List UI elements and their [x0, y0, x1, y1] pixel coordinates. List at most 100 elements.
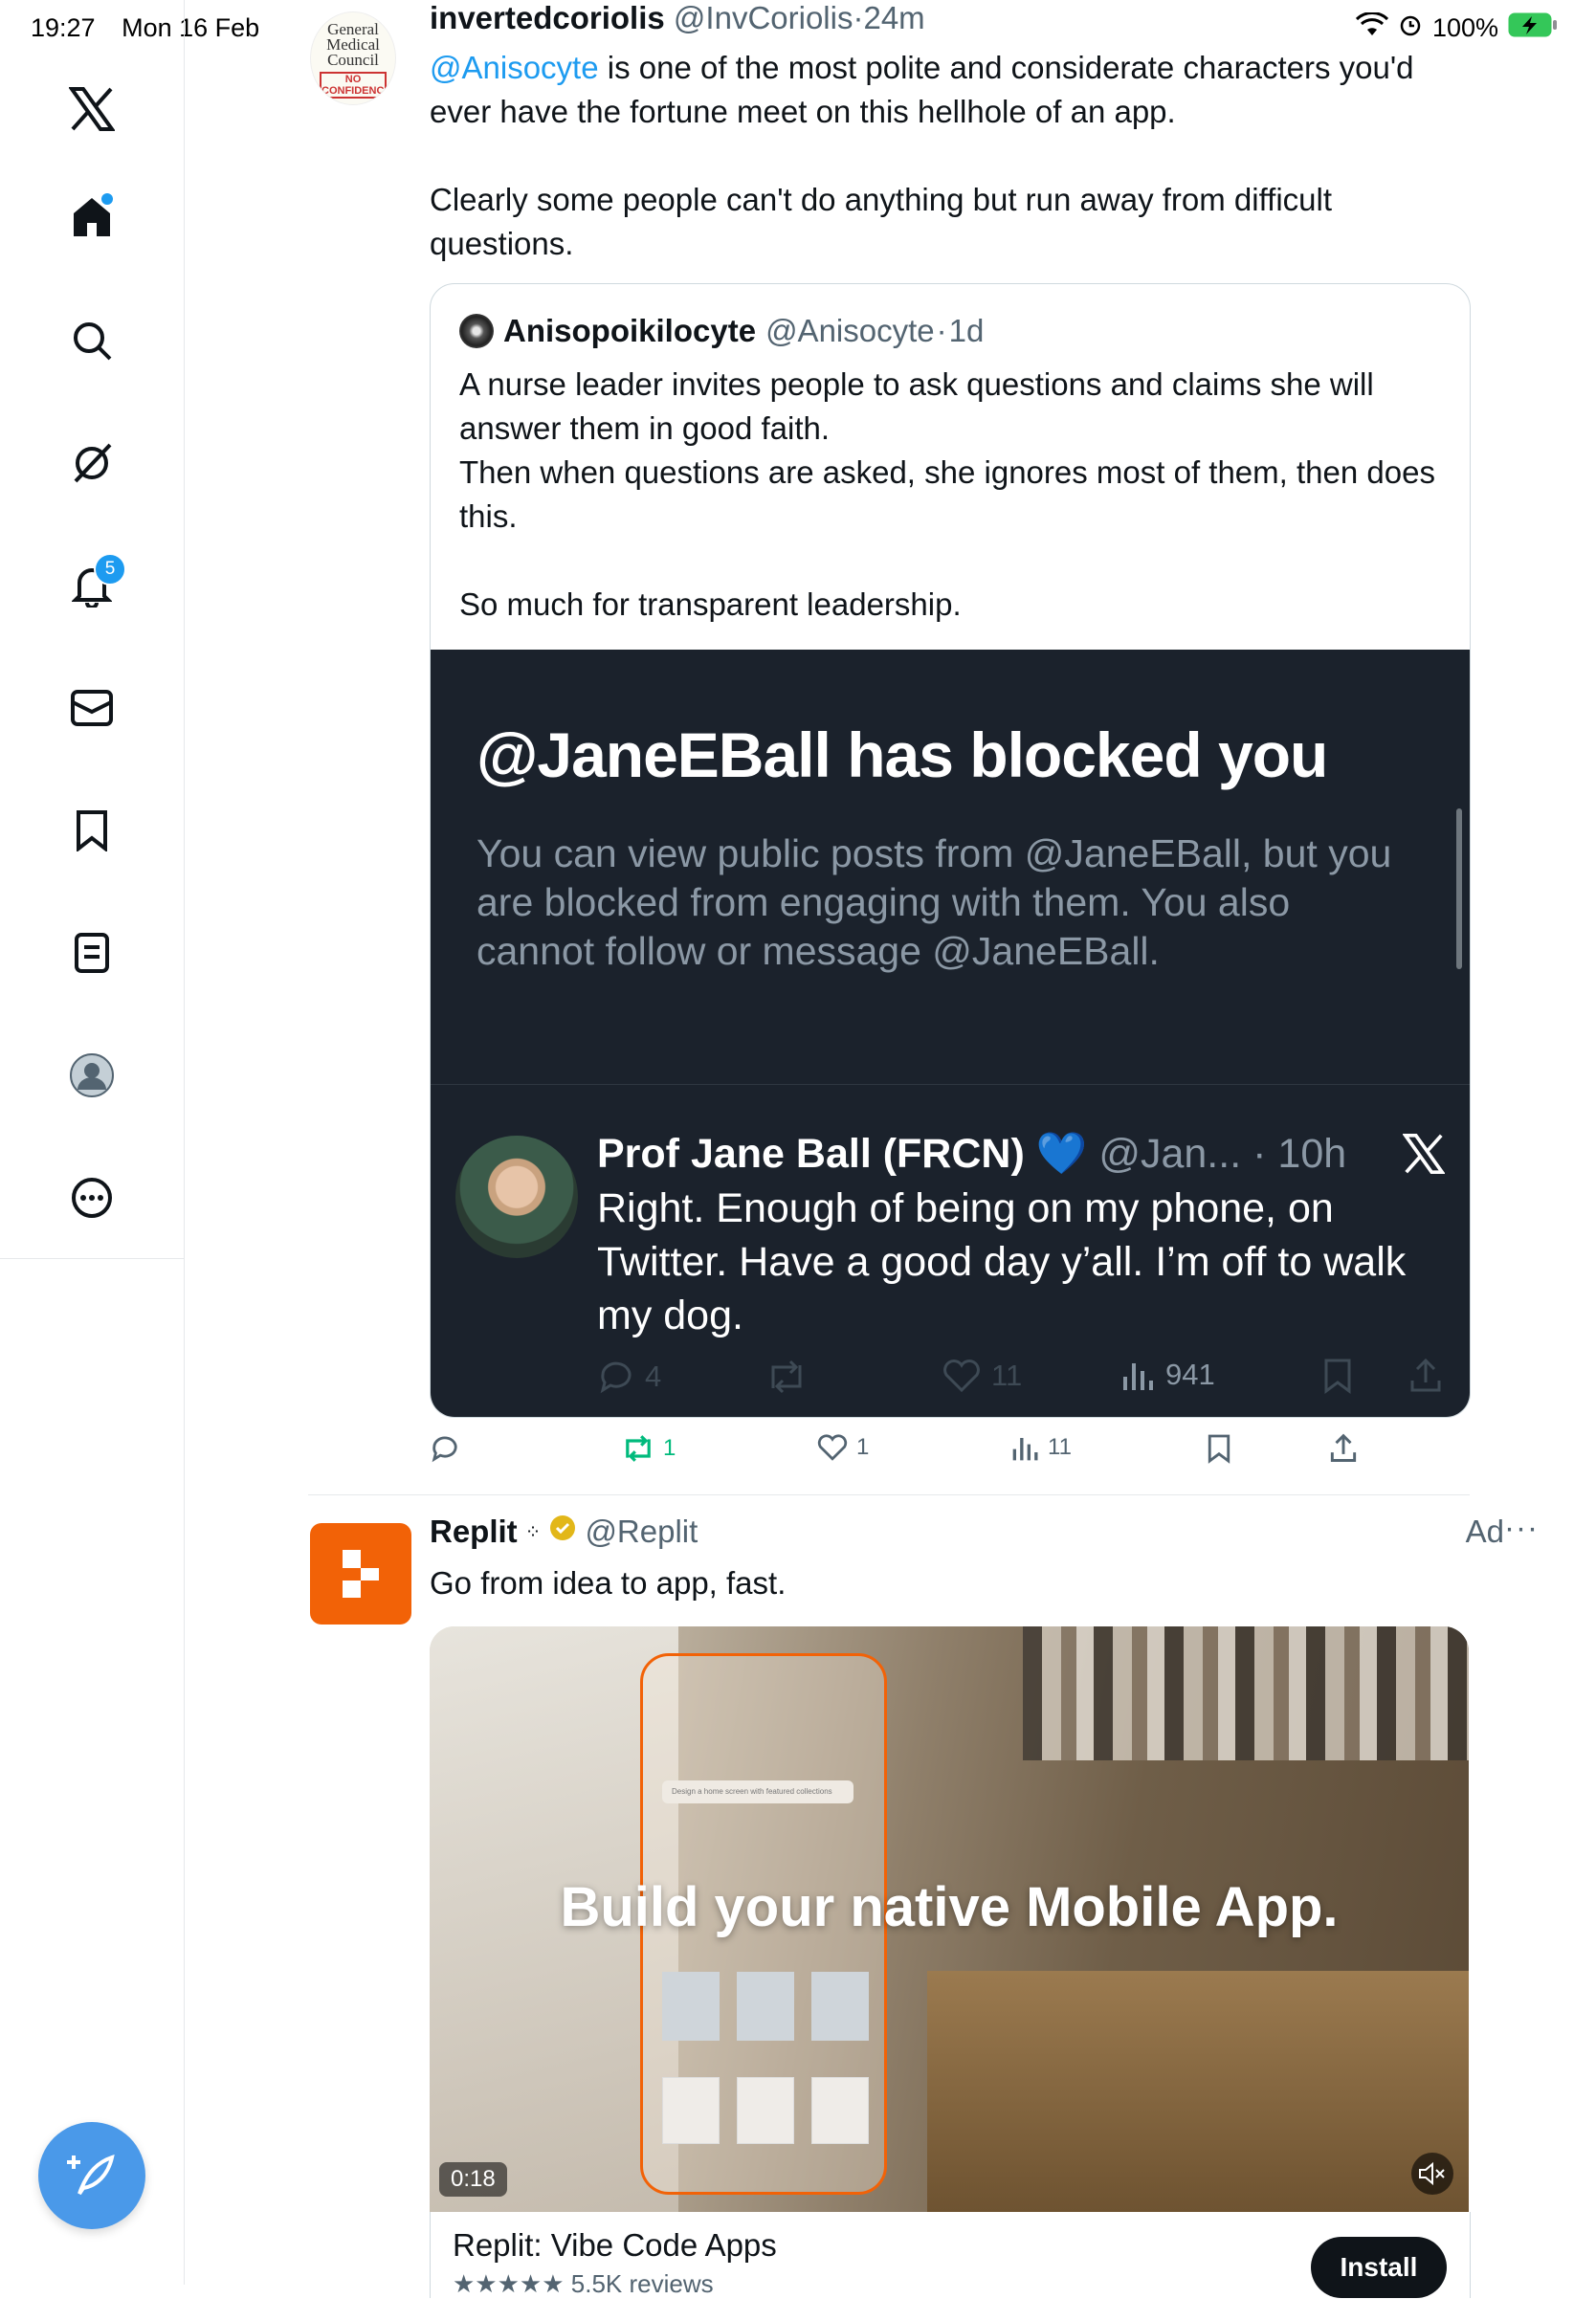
heart-icon	[817, 1434, 848, 1461]
grok-icon[interactable]	[67, 438, 117, 488]
tweet1-header: invertedcoriolis @InvCoriolis·24m	[430, 0, 925, 35]
like-button[interactable]: 1	[816, 1433, 869, 1462]
retweet-button[interactable]: 1	[621, 1433, 676, 1464]
wifi-icon	[1355, 11, 1388, 44]
search-icon[interactable]	[67, 316, 117, 365]
app-name: Replit: Vibe Code Apps	[453, 2227, 777, 2263]
tweet1-avatar[interactable]: General Medical Council NO CONFIDENCE	[310, 11, 396, 105]
placeholder-tile	[737, 2077, 794, 2144]
thumbnail	[662, 1972, 720, 2041]
embedded-reply: 4	[597, 1358, 661, 1396]
embedded-tweet-text: Right. Enough of being on my phone, on T…	[597, 1185, 1407, 1338]
tweet1-timestamp[interactable]: 24m	[863, 0, 924, 35]
messages-envelope-icon[interactable]	[67, 683, 117, 733]
battery-percent: 100%	[1431, 13, 1498, 42]
status-bar-right: 100%	[1355, 11, 1558, 45]
embedded-author-name: Prof Jane Ball (FRCN)	[597, 1130, 1025, 1177]
share-icon	[1410, 1358, 1441, 1392]
compose-post-button[interactable]	[38, 2122, 145, 2229]
tweet1-text-para2: Clearly some people can't do anything bu…	[430, 182, 1333, 261]
reply-button[interactable]	[430, 1433, 460, 1464]
ad-author-handle[interactable]: @Replit	[585, 1514, 698, 1550]
reply-icon	[600, 1361, 632, 1394]
prompt-pill: Design a home screen with featured colle…	[662, 1780, 853, 1803]
bookmarks-icon[interactable]	[67, 806, 117, 855]
views-button[interactable]: 11	[1011, 1433, 1072, 1462]
embedded-retweet	[765, 1358, 808, 1396]
ad-more-options[interactable]: ···	[1504, 1510, 1539, 1546]
embedded-share	[1408, 1358, 1443, 1394]
embedded-like: 11	[942, 1358, 1022, 1394]
tweet1-author-name[interactable]: invertedcoriolis	[430, 0, 665, 35]
quote-text: A nurse leader invites people to ask que…	[459, 366, 1435, 622]
share-button[interactable]	[1329, 1433, 1358, 1464]
embedded-author-handle: @Jan...	[1098, 1130, 1242, 1177]
blue-heart-emoji: 💙	[1035, 1131, 1088, 1177]
embedded-actions: 4 11 941	[597, 1358, 1441, 1405]
embedded-views: 941	[1121, 1358, 1215, 1392]
jane-ball-avatar	[455, 1136, 578, 1258]
reply-icon	[432, 1436, 457, 1463]
bookmark-icon	[1324, 1359, 1351, 1394]
install-button[interactable]: Install	[1311, 2237, 1447, 2298]
like-count: 1	[856, 1434, 870, 1460]
replit-avatar[interactable]	[310, 1523, 411, 1625]
placeholder-tile	[811, 2077, 869, 2144]
tweet1-mention-link[interactable]: @Anisocyte	[430, 50, 599, 85]
tweet1-action-bar: 1 1 11	[430, 1433, 1386, 1475]
placeholder-tile	[662, 2077, 720, 2144]
ad-header: Replit ⁘ @Replit	[430, 1514, 698, 1550]
bookmark-icon	[1208, 1434, 1230, 1464]
sidebar-divider	[0, 1258, 184, 1259]
mute-button[interactable]	[1411, 2153, 1453, 2195]
speaker-muted-icon	[1419, 2161, 1445, 2186]
views-chart-icon	[1123, 1363, 1153, 1390]
quoted-tweet-card[interactable]: Anisopoikilocyte @Anisocyte · 1d A nurse l…	[430, 283, 1471, 1418]
embed-divider	[431, 1084, 1470, 1085]
share-icon	[1330, 1433, 1357, 1462]
embedded-bookmark	[1322, 1358, 1353, 1394]
tweet1-author-handle[interactable]: @InvCoriolis	[674, 0, 853, 35]
thumbnail	[811, 1972, 869, 2041]
feather-plus-icon	[67, 2154, 115, 2196]
lists-icon[interactable]	[67, 928, 117, 978]
verified-badge-icon	[548, 1514, 577, 1550]
alarm-icon	[1398, 12, 1423, 44]
retweet-count: 1	[663, 1435, 676, 1461]
video-timer: 0:18	[439, 2162, 507, 2197]
home-notification-dot	[101, 193, 113, 205]
replit-logo-icon	[343, 1550, 379, 1598]
tweet1-text: @Anisocyte is one of the most polite and…	[430, 46, 1482, 266]
views-chart-icon	[1012, 1438, 1038, 1461]
desk-image	[927, 1971, 1469, 2212]
ad-text: Go from idea to app, fast.	[430, 1565, 787, 1601]
quote-header: Anisopoikilocyte @Anisocyte · 1d	[459, 313, 984, 349]
x-logo-icon[interactable]	[67, 84, 117, 134]
sidebar: 5	[0, 0, 185, 2285]
profile-avatar-icon[interactable]	[67, 1050, 117, 1100]
retweet-icon	[771, 1360, 802, 1394]
retweet-icon	[626, 1435, 651, 1462]
no-confidence-stamp: NO CONFIDENCE	[320, 72, 391, 99]
ad-video[interactable]: Design a home screen with featured colle…	[430, 1626, 1469, 2212]
tweet-separator	[308, 1494, 1470, 1495]
embedded-timestamp: · 10h	[1252, 1130, 1347, 1177]
ad-author-name[interactable]: Replit	[430, 1514, 518, 1550]
heart-icon	[943, 1360, 980, 1393]
embedded-tweet-header: Prof Jane Ball (FRCN) 💙 @Jan... · 10h	[597, 1130, 1346, 1178]
view-count: 11	[1048, 1434, 1072, 1460]
notifications-badge: 5	[94, 553, 126, 586]
video-headline: Build your native Mobile App.	[560, 1876, 1339, 1938]
quote-author-handle: @Anisocyte	[765, 313, 935, 348]
quote-screenshot-image: @JaneEBall has blocked you You can view …	[431, 650, 1470, 1417]
thumbnail	[737, 1972, 794, 2041]
x-logo-icon	[1402, 1134, 1446, 1179]
quote-author-avatar	[459, 314, 494, 348]
bookmark-button[interactable]	[1207, 1433, 1231, 1464]
replit-dots-icon: ⁘	[524, 1521, 542, 1543]
home-icon[interactable]	[67, 191, 117, 241]
notifications-bell-icon[interactable]: 5	[67, 553, 126, 610]
blocked-title: @JaneEBall has blocked you	[477, 719, 1328, 790]
more-options-icon[interactable]	[67, 1173, 117, 1223]
clothing-rack-image	[1023, 1626, 1469, 1760]
